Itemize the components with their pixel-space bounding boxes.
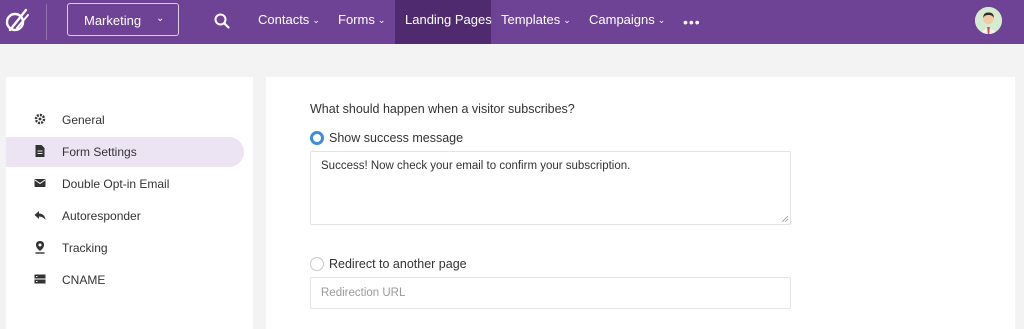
form-settings-panel: What should happen when a visitor subscr… xyxy=(266,77,1015,329)
nav-forms-label: Forms xyxy=(338,12,375,27)
nav-forms[interactable]: Forms ⌄ xyxy=(338,0,385,44)
sidebar-item-form-settings[interactable]: Form Settings xyxy=(6,137,244,167)
sidebar-item-cname[interactable]: CNAME xyxy=(6,265,244,295)
nav-templates[interactable]: Templates ⌄ xyxy=(501,0,571,44)
resize-handle-icon[interactable] xyxy=(782,216,788,222)
sidebar-item-double-opt-in-email[interactable]: Double Opt-in Email xyxy=(6,169,244,199)
nav-landing-pages[interactable]: Landing Pages xyxy=(395,0,492,44)
sidebar-item-label: CNAME xyxy=(62,273,106,287)
sidebar-item-label: Form Settings xyxy=(62,145,137,159)
sidebar-item-label: General xyxy=(62,113,105,127)
show-success-message-label[interactable]: Show success message xyxy=(329,131,463,145)
gear-icon xyxy=(34,113,46,125)
show-success-message-radio[interactable] xyxy=(310,131,324,145)
nav-campaigns[interactable]: Campaigns ⌄ xyxy=(589,0,665,44)
chevron-down-icon: ⌄ xyxy=(377,15,386,25)
chevron-down-icon: ⌄ xyxy=(312,15,320,25)
document-icon xyxy=(35,145,45,157)
sidebar-item-tracking[interactable]: Tracking xyxy=(6,233,244,263)
sidebar-item-general[interactable]: General xyxy=(6,105,244,135)
chevron-down-icon: ⌄ xyxy=(563,15,571,25)
user-avatar[interactable] xyxy=(975,7,1002,34)
sidebar-item-label: Autoresponder xyxy=(62,209,141,223)
redirect-page-radio[interactable] xyxy=(310,257,324,271)
chevron-down-icon: ⌄ xyxy=(657,15,666,25)
map-pin-icon xyxy=(35,241,45,254)
sidebar-item-label: Tracking xyxy=(62,241,108,255)
top-navbar: Marketing ⌄ Contacts ⌄ Forms ⌄ Landing Pag… xyxy=(0,0,1024,44)
nav-templates-label: Templates xyxy=(501,12,561,27)
sidebar-item-label: Double Opt-in Email xyxy=(62,177,170,191)
envelope-icon xyxy=(34,179,46,187)
redirect-page-label[interactable]: Redirect to another page xyxy=(329,257,467,271)
avatar-icon xyxy=(975,7,1002,34)
logo-divider xyxy=(46,4,47,40)
sendfox-logo-icon[interactable] xyxy=(4,6,30,36)
subscribe-action-question: What should happen when a visitor subscr… xyxy=(310,102,575,116)
more-menu-icon[interactable]: ••• xyxy=(683,14,701,30)
nav-contacts-label: Contacts xyxy=(258,12,310,27)
redirection-url-input[interactable] xyxy=(310,277,791,309)
nav-contacts[interactable]: Contacts ⌄ xyxy=(258,0,320,44)
workspace-selector[interactable]: Marketing ⌄ xyxy=(67,3,179,36)
sidebar-item-autoresponder[interactable]: Autoresponder xyxy=(6,201,244,231)
success-message-textarea[interactable]: Success! Now check your email to confirm… xyxy=(310,151,791,225)
chevron-down-icon: ⌄ xyxy=(156,13,165,24)
server-icon xyxy=(34,274,46,284)
nav-campaigns-label: Campaigns xyxy=(589,12,655,27)
settings-sidebar: General Form Settings Double Opt-in Emai… xyxy=(6,77,253,329)
workspace-label: Marketing xyxy=(84,13,142,28)
success-message-text: Success! Now check your email to confirm… xyxy=(321,160,631,172)
reply-icon xyxy=(34,211,46,220)
nav-landing-pages-label: Landing Pages xyxy=(405,12,492,27)
search-icon[interactable] xyxy=(213,12,231,30)
